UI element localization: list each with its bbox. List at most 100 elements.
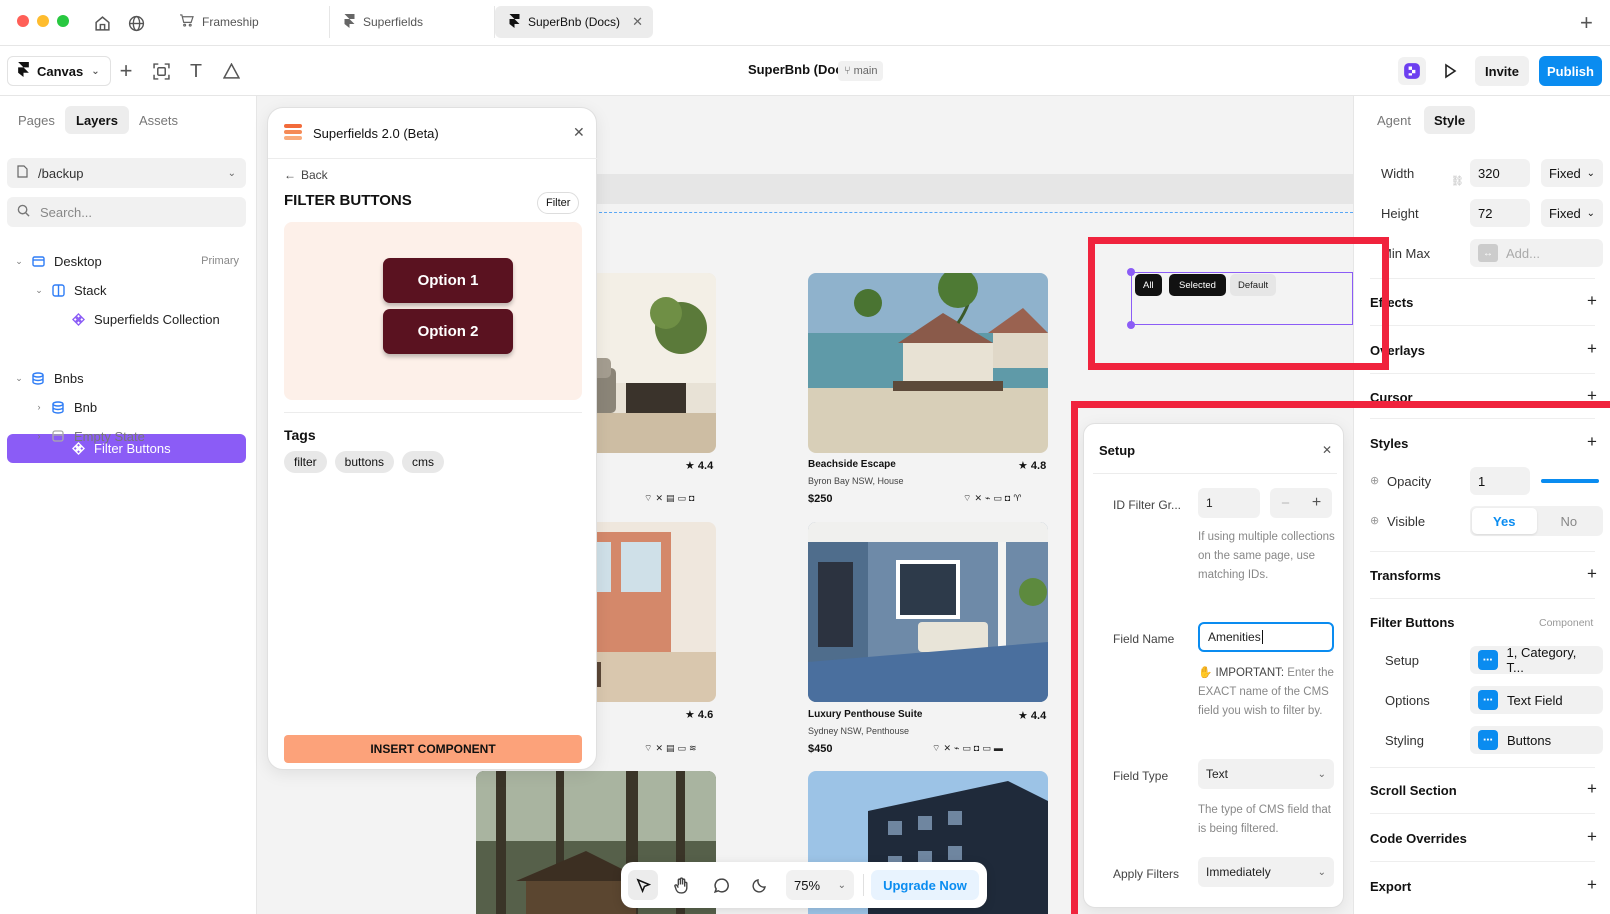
tab-style[interactable]: Style <box>1424 106 1476 134</box>
tab-pages[interactable]: Pages <box>7 106 66 134</box>
tab-superbnb-docs[interactable]: SuperBnb (Docs) ✕ <box>495 6 653 38</box>
amenity-icons: ⌔✕▤▭◘ <box>644 493 698 503</box>
close-window-button[interactable] <box>17 15 29 27</box>
export-section[interactable]: Export <box>1370 879 1411 894</box>
filter-chip-selected[interactable]: Selected <box>1169 274 1226 296</box>
tab-frameship[interactable]: Frameship <box>165 6 330 38</box>
width-input[interactable]: 320 <box>1470 159 1530 187</box>
comment-tool-icon[interactable] <box>706 870 736 900</box>
opacity-variable-icon[interactable]: ⊕ <box>1370 474 1379 487</box>
plugin-app-icon[interactable] <box>1398 57 1426 85</box>
close-tab-icon[interactable]: ✕ <box>632 14 643 30</box>
superfields-logo-icon <box>284 124 302 143</box>
globe-icon[interactable] <box>123 10 149 36</box>
prop-options-control[interactable]: ⋯ Text Field <box>1470 686 1603 714</box>
effects-section[interactable]: Effects <box>1370 295 1413 310</box>
layer-stack[interactable]: ⌄ Stack <box>7 276 246 304</box>
tag-chip[interactable]: filter <box>284 451 327 473</box>
publish-button[interactable]: Publish <box>1539 56 1602 86</box>
add-effect-icon[interactable]: + <box>1587 291 1597 311</box>
layer-empty-state[interactable]: › Empty State <box>7 422 246 450</box>
layers-panel: Pages Layers Assets /backup ⌄ Search... … <box>0 96 257 914</box>
branch-label: main <box>853 65 878 77</box>
canvas-menu-button[interactable]: Canvas ⌄ <box>7 56 111 86</box>
back-link[interactable]: ← Back <box>284 168 328 182</box>
page-select[interactable]: /backup ⌄ <box>7 158 246 188</box>
add-code-override-icon[interactable]: + <box>1587 827 1597 847</box>
add-export-icon[interactable]: + <box>1587 875 1597 895</box>
resize-handle[interactable] <box>1127 321 1135 329</box>
upgrade-now-button[interactable]: Upgrade Now <box>871 870 979 900</box>
code-overrides-section[interactable]: Code Overrides <box>1370 831 1467 846</box>
filter-chip-default[interactable]: Default <box>1230 274 1277 296</box>
transforms-section[interactable]: Transforms <box>1370 568 1441 583</box>
add-cursor-icon[interactable]: + <box>1587 386 1597 406</box>
decrement-icon[interactable]: − <box>1270 488 1301 518</box>
insert-component-button[interactable]: INSERT COMPONENT <box>284 735 582 763</box>
vector-tool-icon[interactable] <box>218 58 244 84</box>
visible-toggle[interactable]: Yes No <box>1470 506 1603 536</box>
listing-title-4: Luxury Penthouse Suite <box>808 709 923 720</box>
maximize-window-button[interactable] <box>57 15 69 27</box>
add-scroll-section-icon[interactable]: + <box>1587 779 1597 799</box>
aspect-lock-icon[interactable]: ⛓ <box>1451 176 1464 187</box>
filter-chip-all[interactable]: All <box>1135 274 1162 296</box>
text-tool-icon[interactable]: T <box>183 58 209 84</box>
frame-tool-icon[interactable] <box>148 58 174 84</box>
opacity-slider[interactable] <box>1541 479 1599 483</box>
resize-handle[interactable] <box>1127 268 1135 276</box>
layer-bnbs[interactable]: ⌄ Bnbs <box>7 364 246 392</box>
layer-superfields-collection[interactable]: Superfields Collection <box>7 305 246 333</box>
listing-image-2[interactable] <box>808 273 1048 453</box>
tab-superfields[interactable]: Superfields <box>330 6 495 38</box>
add-style-icon[interactable]: + <box>1587 432 1597 452</box>
layer-bnb[interactable]: › Bnb <box>7 393 246 421</box>
tag-chip[interactable]: cms <box>402 451 445 473</box>
branch-badge[interactable]: ⑂ main <box>838 61 884 81</box>
field-name-input[interactable]: Amenities <box>1198 622 1334 652</box>
preview-play-icon[interactable] <box>1436 57 1464 85</box>
layer-desktop[interactable]: ⌄ Desktop Primary <box>7 247 246 275</box>
height-input[interactable]: 72 <box>1470 199 1530 227</box>
visible-variable-icon[interactable]: ⊕ <box>1370 514 1379 527</box>
min-max-input[interactable]: ↔ Add... <box>1470 239 1603 267</box>
overlays-section[interactable]: Overlays <box>1370 343 1425 358</box>
select-tool-icon[interactable] <box>628 870 658 900</box>
dark-mode-moon-icon[interactable] <box>745 870 775 900</box>
new-tab-icon[interactable]: + <box>1580 10 1593 36</box>
field-type-select[interactable]: Text ⌄ <box>1198 759 1334 789</box>
id-filter-group-input[interactable]: 1 <box>1198 488 1260 518</box>
layer-search[interactable]: Search... <box>7 197 246 227</box>
minimize-window-button[interactable] <box>37 15 49 27</box>
id-stepper[interactable]: − + <box>1270 488 1332 518</box>
height-mode-select[interactable]: Fixed ⌄ <box>1541 199 1603 227</box>
home-icon[interactable] <box>89 10 115 36</box>
tab-layers[interactable]: Layers <box>65 106 129 134</box>
visible-yes-option[interactable]: Yes <box>1472 508 1537 534</box>
zoom-select[interactable]: 75% ⌄ <box>786 870 854 900</box>
divider <box>1370 598 1595 599</box>
increment-icon[interactable]: + <box>1301 488 1332 518</box>
close-plugin-icon[interactable]: ✕ <box>573 124 585 141</box>
invite-button[interactable]: Invite <box>1475 56 1529 86</box>
opacity-input[interactable]: 1 <box>1470 467 1530 495</box>
add-transform-icon[interactable]: + <box>1587 564 1597 584</box>
close-setup-icon[interactable]: ✕ <box>1322 443 1332 457</box>
styles-section[interactable]: Styles <box>1370 436 1408 451</box>
prop-setup-control[interactable]: ⋯ 1, Category, T... <box>1470 645 1603 675</box>
apply-filters-select[interactable]: Immediately ⌄ <box>1198 857 1334 887</box>
insert-plus-icon[interactable]: + <box>113 58 139 84</box>
prop-options-value: Text Field <box>1507 692 1563 708</box>
add-overlay-icon[interactable]: + <box>1587 339 1597 359</box>
tag-chip[interactable]: buttons <box>334 451 395 473</box>
width-mode-select[interactable]: Fixed ⌄ <box>1541 159 1603 187</box>
scroll-section[interactable]: Scroll Section <box>1370 783 1457 798</box>
tab-agent[interactable]: Agent <box>1367 106 1421 134</box>
prop-styling-control[interactable]: ⋯ Buttons <box>1470 726 1603 754</box>
hand-tool-icon[interactable] <box>666 870 696 900</box>
listing-image-4[interactable] <box>808 522 1048 702</box>
visible-no-option[interactable]: No <box>1537 508 1602 534</box>
preview-option-1: Option 1 <box>383 258 513 303</box>
cursor-section[interactable]: Cursor <box>1370 390 1413 405</box>
tab-assets[interactable]: Assets <box>128 106 189 134</box>
